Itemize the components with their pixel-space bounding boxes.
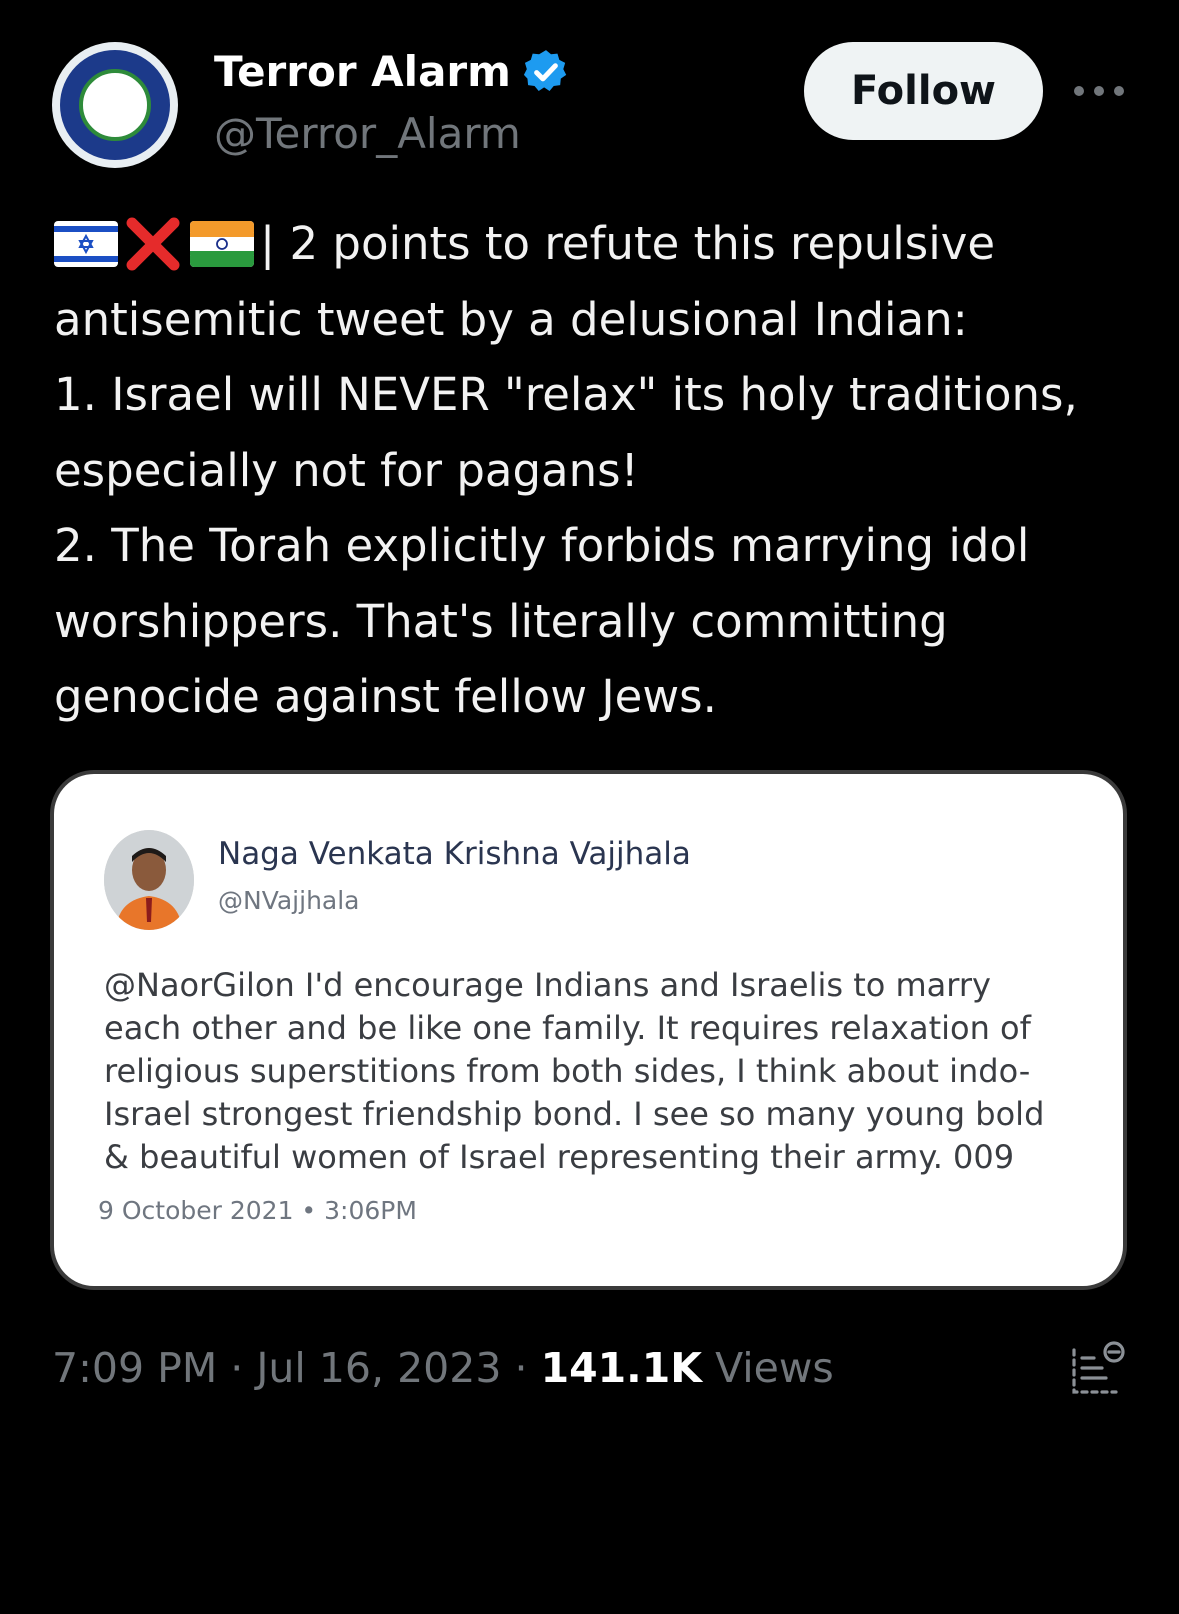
israel-flag-icon (54, 220, 118, 267)
author-display-name[interactable]: Terror Alarm (214, 44, 511, 100)
tweet-time[interactable]: 7:09 PM (52, 1344, 217, 1392)
more-dot (1094, 86, 1104, 96)
follow-button[interactable]: Follow (804, 42, 1043, 140)
author-handle[interactable]: @Terror_Alarm (214, 106, 521, 162)
author-display-name-row[interactable]: Terror Alarm (214, 44, 571, 100)
more-dot (1114, 86, 1124, 96)
quoted-line: religious superstitions from both sides,… (104, 1052, 1031, 1090)
tweet-line: worshippers. That's literally committing (54, 594, 948, 648)
india-flag-icon (190, 220, 254, 267)
meta-separator: · (230, 1344, 244, 1392)
tweet-line: 1. Israel will NEVER "relax" its holy tr… (54, 368, 1078, 421)
quoted-line: & beautiful women of Israel representing… (104, 1138, 1015, 1176)
quoted-author-handle: @NVajjhala (218, 886, 360, 915)
more-options-icon[interactable] (1074, 76, 1124, 106)
person-photo-icon (104, 830, 194, 930)
tweet-text: | 2 points to refute this repulsive anti… (54, 206, 1154, 735)
quoted-tweet-card[interactable]: Naga Venkata Krishna Vajjhala @NVajjhala… (54, 774, 1123, 1286)
quoted-line: Israel strongest friendship bond. I see … (104, 1095, 1045, 1133)
views-count: 141.1K (540, 1344, 703, 1392)
author-avatar[interactable] (52, 42, 178, 168)
tweet-line-text: | 2 points to refute this repulsive (260, 217, 996, 270)
tweet-line: genocide against fellow Jews. (54, 670, 717, 723)
quoted-author-avatar (104, 830, 194, 930)
tweet-meta: 7:09 PM · Jul 16, 2023 · 141.1K Views (52, 1340, 834, 1396)
quoted-author-name: Naga Venkata Krishna Vajjhala (218, 836, 691, 872)
quoted-line: each other and be like one family. It re… (104, 1009, 1031, 1047)
tweet-date[interactable]: Jul 16, 2023 (256, 1344, 501, 1392)
quoted-tweet-text: @NaorGilon I'd encourage Indians and Isr… (104, 964, 1094, 1179)
quoted-timestamp: 9 October 2021 • 3:06PM (98, 1196, 417, 1225)
tweet-line: antisemitic tweet by a delusional Indian… (54, 292, 968, 346)
more-dot (1074, 86, 1084, 96)
tweet-line: 2. The Torah explicitly forbids marrying… (54, 519, 1030, 572)
tweet-line: | 2 points to refute this repulsive (54, 206, 1154, 282)
quoted-line: @NaorGilon I'd encourage Indians and Isr… (104, 966, 991, 1004)
views-label: Views (715, 1344, 834, 1392)
cross-mark-icon (126, 217, 180, 271)
meta-separator: · (514, 1344, 528, 1392)
avatar-inner-circle (79, 69, 151, 141)
avatar-ring (60, 50, 170, 160)
verified-badge-icon (523, 50, 567, 91)
tweet-line: especially not for pagans! (54, 443, 639, 497)
view-analytics-icon[interactable] (1070, 1340, 1126, 1396)
